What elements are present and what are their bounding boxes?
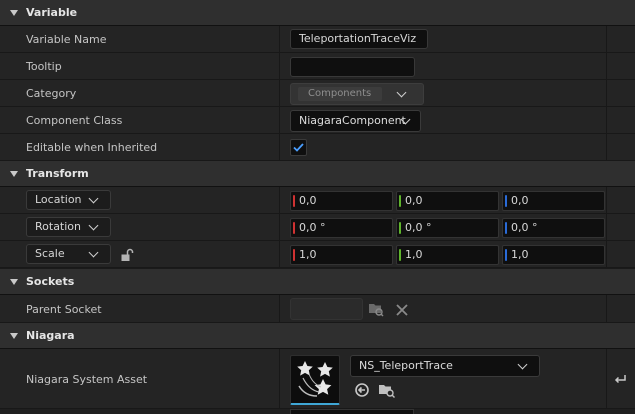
scale-mode-dropdown[interactable]: Scale bbox=[26, 244, 111, 264]
chevron-down-icon[interactable] bbox=[88, 220, 99, 231]
rotation-x-value: 0,0 ° bbox=[299, 221, 326, 234]
scale-z-value: 1,0 bbox=[511, 248, 529, 261]
property-parent-socket: Parent Socket bbox=[0, 295, 635, 323]
scale-x-value: 1,0 bbox=[299, 248, 317, 261]
collapse-arrow-icon[interactable] bbox=[10, 279, 18, 285]
category-sockets[interactable]: Sockets bbox=[0, 269, 635, 295]
location-y-input[interactable]: 0,0 bbox=[396, 191, 499, 211]
rotation-z-input[interactable]: 0,0 ° bbox=[502, 218, 605, 238]
y-axis-indicator bbox=[399, 222, 401, 234]
property-label: Variable Name bbox=[26, 33, 107, 46]
property-label: Niagara System Asset bbox=[26, 373, 148, 386]
property-label: Parent Socket bbox=[26, 303, 102, 316]
x-axis-indicator bbox=[293, 195, 295, 207]
property-editable-inherited: Editable when Inherited bbox=[0, 134, 635, 161]
property-label: Component Class bbox=[26, 114, 123, 127]
z-axis-indicator bbox=[505, 222, 507, 234]
property-category: Category Components bbox=[0, 80, 635, 107]
property-tooltip: Tooltip bbox=[0, 53, 635, 80]
scale-y-input[interactable]: 1,0 bbox=[396, 245, 499, 265]
chevron-down-icon[interactable] bbox=[88, 193, 99, 204]
z-axis-indicator bbox=[505, 249, 507, 261]
category-variable[interactable]: Variable bbox=[0, 0, 635, 26]
property-rotation: Rotation 0,0 ° 0,0 ° 0,0 ° bbox=[0, 214, 635, 241]
location-y-value: 0,0 bbox=[405, 194, 423, 207]
chevron-down-icon[interactable] bbox=[396, 87, 407, 98]
next-row-partial bbox=[0, 409, 635, 414]
asset-thumbnail[interactable] bbox=[290, 355, 340, 405]
chevron-down-icon[interactable] bbox=[517, 359, 528, 370]
niagara-asset-value: NS_TeleportTrace bbox=[359, 359, 453, 372]
property-label: Editable when Inherited bbox=[26, 141, 158, 154]
category-title: Variable bbox=[26, 6, 78, 19]
rotation-mode-label: Rotation bbox=[35, 220, 82, 233]
clear-x-icon[interactable] bbox=[395, 303, 409, 317]
rotation-x-input[interactable]: 0,0 ° bbox=[290, 218, 393, 238]
rotation-z-value: 0,0 ° bbox=[511, 221, 538, 234]
collapse-arrow-icon[interactable] bbox=[10, 10, 18, 16]
property-label: Tooltip bbox=[26, 60, 62, 73]
rotation-y-value: 0,0 ° bbox=[405, 221, 432, 234]
scale-y-value: 1,0 bbox=[405, 248, 423, 261]
location-mode-label: Location bbox=[35, 193, 82, 206]
rotation-y-input[interactable]: 0,0 ° bbox=[396, 218, 499, 238]
details-panel: Variable Variable Name TeleportationTrac… bbox=[0, 0, 635, 414]
z-axis-indicator bbox=[505, 195, 507, 207]
rotation-mode-dropdown[interactable]: Rotation bbox=[26, 217, 111, 237]
property-scale: Scale 1,0 1,0 1,0 bbox=[0, 241, 635, 268]
scale-x-input[interactable]: 1,0 bbox=[290, 245, 393, 265]
location-x-value: 0,0 bbox=[299, 194, 317, 207]
collapse-arrow-icon[interactable] bbox=[10, 333, 18, 339]
category-combo[interactable]: Components bbox=[290, 83, 424, 105]
y-axis-indicator bbox=[399, 249, 401, 261]
variable-name-input[interactable]: TeleportationTraceViz bbox=[290, 29, 428, 49]
parent-socket-input[interactable] bbox=[290, 298, 363, 320]
property-location: Location 0,0 0,0 0,0 bbox=[0, 187, 635, 214]
category-title: Transform bbox=[26, 167, 89, 180]
property-label: Category bbox=[26, 87, 77, 100]
browse-folder-icon[interactable] bbox=[378, 382, 396, 398]
property-variable-name: Variable Name TeleportationTraceViz bbox=[0, 26, 635, 53]
location-x-input[interactable]: 0,0 bbox=[290, 191, 393, 211]
category-title: Niagara bbox=[26, 329, 75, 342]
chevron-down-icon[interactable] bbox=[88, 247, 99, 258]
reset-to-default-icon[interactable] bbox=[613, 373, 627, 385]
category-transform[interactable]: Transform bbox=[0, 161, 635, 187]
use-selected-asset-icon[interactable] bbox=[354, 382, 370, 398]
niagara-asset-combo[interactable]: NS_TeleportTrace bbox=[350, 355, 540, 377]
location-z-value: 0,0 bbox=[511, 194, 529, 207]
category-title: Sockets bbox=[26, 275, 75, 288]
niagara-stars-icon bbox=[297, 361, 333, 397]
component-class-combo[interactable]: NiagaraComponent bbox=[290, 110, 421, 132]
x-axis-indicator bbox=[293, 249, 295, 261]
scale-z-input[interactable]: 1,0 bbox=[502, 245, 605, 265]
tooltip-input[interactable] bbox=[290, 57, 415, 77]
scale-mode-label: Scale bbox=[35, 247, 65, 260]
unlock-icon[interactable] bbox=[120, 248, 134, 262]
location-z-input[interactable]: 0,0 bbox=[502, 191, 605, 211]
component-class-value: NiagaraComponent bbox=[299, 114, 406, 127]
browse-folder-icon[interactable] bbox=[368, 301, 384, 317]
x-axis-indicator bbox=[293, 222, 295, 234]
collapse-arrow-icon[interactable] bbox=[10, 171, 18, 177]
editable-checkbox[interactable] bbox=[290, 139, 307, 156]
property-niagara-system-asset: Niagara System Asset NS_TeleportTrace bbox=[0, 349, 635, 409]
location-mode-dropdown[interactable]: Location bbox=[26, 190, 111, 210]
y-axis-indicator bbox=[399, 195, 401, 207]
property-component-class: Component Class NiagaraComponent bbox=[0, 107, 635, 134]
category-niagara[interactable]: Niagara bbox=[0, 323, 635, 349]
category-value[interactable]: Components bbox=[298, 87, 382, 101]
checkmark-icon bbox=[293, 143, 304, 152]
